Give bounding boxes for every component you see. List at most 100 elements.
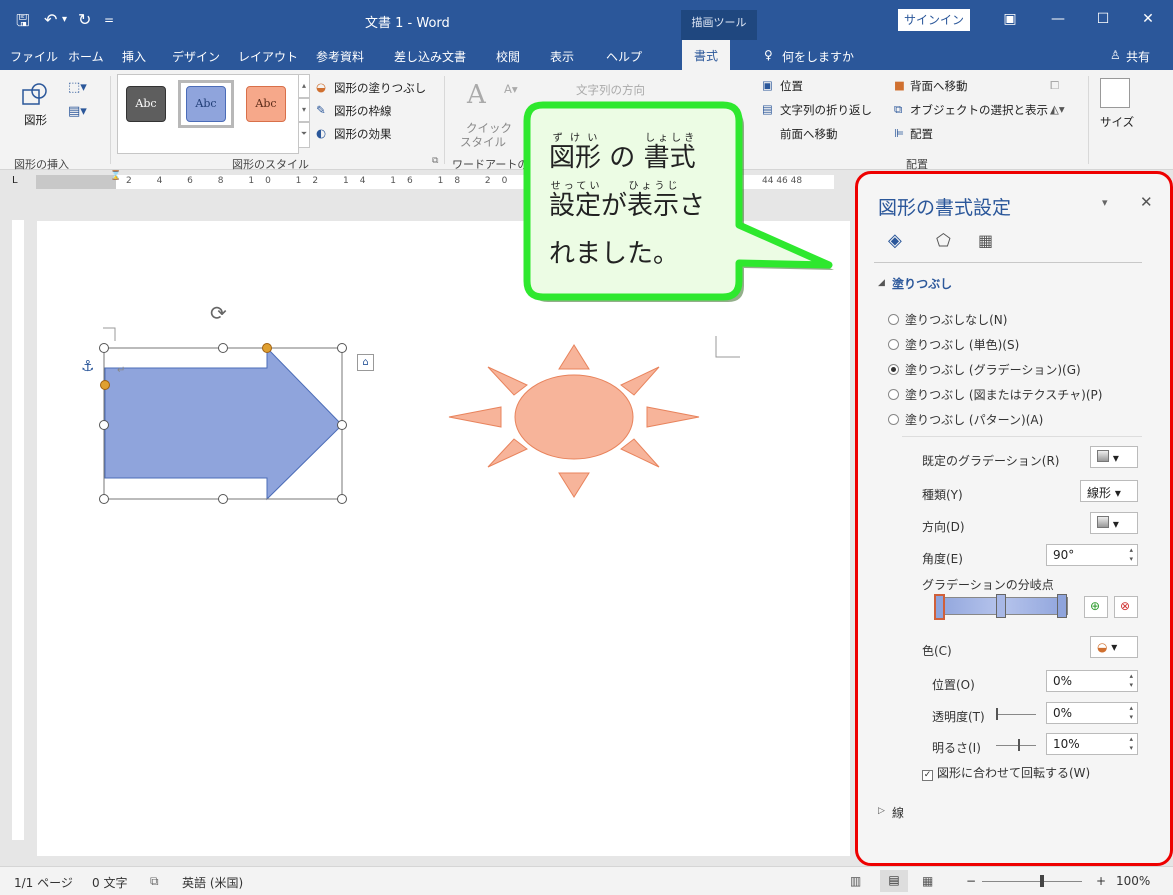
- print-layout-icon[interactable]: ▤: [880, 870, 908, 892]
- add-gradient-stop-icon[interactable]: ⊕: [1084, 596, 1108, 618]
- proofing-icon[interactable]: ⧉: [150, 874, 159, 889]
- brightness-slider[interactable]: [996, 745, 1036, 746]
- fill-section-header[interactable]: 塗りつぶし: [892, 275, 952, 292]
- style-swatch-dark[interactable]: Abc: [126, 86, 166, 122]
- edit-shape-icon[interactable]: ⬚▾: [68, 80, 87, 95]
- text-direction-button[interactable]: 文字列の方向: [576, 82, 645, 98]
- transparency-input[interactable]: 0% ▴ ▾: [1046, 702, 1138, 724]
- quick-style-label-2[interactable]: スタイル: [460, 134, 506, 150]
- tab-help[interactable]: ヘルプ: [606, 48, 642, 65]
- spinner-icon[interactable]: ▴ ▾: [1129, 672, 1133, 690]
- rotate-icon[interactable]: ◭▾: [1050, 102, 1065, 116]
- signin-button[interactable]: サインイン: [898, 9, 970, 31]
- gradient-stop-2[interactable]: [996, 594, 1006, 618]
- brightness-input[interactable]: 10% ▴ ▾: [1046, 733, 1138, 755]
- remove-gradient-stop-icon[interactable]: ⊗: [1114, 596, 1138, 618]
- fill-section-expand-icon[interactable]: ◢: [878, 278, 885, 288]
- zoom-out-button[interactable]: −: [966, 874, 976, 888]
- rotate-with-shape-checkbox[interactable]: ✓ 図形に合わせて回転する(W): [922, 764, 1090, 781]
- rotate-handle-icon[interactable]: ⟳: [210, 301, 227, 325]
- arrow-shape[interactable]: [104, 346, 343, 501]
- color-dropdown[interactable]: ◒ ▾: [1090, 636, 1138, 658]
- gallery-more-button[interactable]: ⏷: [298, 122, 310, 148]
- document-page[interactable]: ⟳ ⚓ ↵ ⌂: [37, 221, 850, 856]
- tab-format[interactable]: 書式: [682, 40, 731, 70]
- shape-fill-button[interactable]: 図形の塗りつぶし: [334, 80, 426, 96]
- effects-tab-icon[interactable]: ⬠: [936, 231, 951, 251]
- tab-review[interactable]: 校閲: [496, 48, 520, 65]
- align-button[interactable]: 配置: [910, 126, 933, 142]
- size-properties-tab-icon[interactable]: ▦: [978, 231, 993, 250]
- fill-option-picture[interactable]: 塗りつぶし (図またはテクスチャ)(P): [888, 386, 1102, 403]
- undo-dropdown-icon[interactable]: ▾: [62, 14, 67, 25]
- tab-home[interactable]: ホーム: [68, 48, 104, 65]
- selection-pane-button[interactable]: オブジェクトの選択と表示: [910, 102, 1048, 118]
- text-fill-icon[interactable]: A▾: [504, 82, 518, 96]
- line-section-expand-icon[interactable]: ▷: [878, 806, 885, 816]
- zoom-slider[interactable]: [982, 881, 1082, 882]
- gradient-stop-3[interactable]: [1057, 594, 1067, 618]
- angle-input[interactable]: 90° ▴ ▾: [1046, 544, 1138, 566]
- customize-qat-icon[interactable]: =: [104, 13, 114, 27]
- tell-me-input[interactable]: 何をしますか: [782, 48, 854, 65]
- zoom-in-button[interactable]: +: [1096, 874, 1106, 888]
- gallery-up-button[interactable]: ▴: [298, 74, 310, 98]
- tab-layout[interactable]: レイアウト: [238, 48, 298, 65]
- transparency-slider[interactable]: [996, 714, 1036, 715]
- dialog-launcher-icon[interactable]: ⧉: [432, 156, 438, 166]
- position-button[interactable]: 位置: [780, 78, 803, 94]
- style-swatch-orange[interactable]: Abc: [246, 86, 286, 122]
- brightness-slider-thumb[interactable]: [1018, 739, 1020, 751]
- size-icon[interactable]: [1100, 78, 1130, 108]
- tab-references[interactable]: 参考資料: [316, 48, 364, 65]
- quick-style-icon[interactable]: A: [467, 80, 486, 110]
- direction-dropdown[interactable]: ▾: [1090, 512, 1138, 534]
- undo-icon[interactable]: ↶: [44, 10, 57, 29]
- fill-option-gradient[interactable]: 塗りつぶし (グラデーション)(G): [888, 361, 1081, 378]
- tab-design[interactable]: デザイン: [172, 48, 220, 65]
- zoom-level[interactable]: 100%: [1116, 874, 1150, 888]
- insert-shape-label[interactable]: 図形: [24, 112, 47, 128]
- minimize-button[interactable]: —: [1038, 6, 1078, 32]
- layout-options-icon[interactable]: ⌂: [357, 354, 374, 371]
- fill-option-none[interactable]: 塗りつぶしなし(N): [888, 311, 1007, 328]
- shape-effects-button[interactable]: 図形の効果: [334, 126, 392, 142]
- style-swatch-blue[interactable]: Abc: [186, 86, 226, 122]
- type-dropdown[interactable]: 線形 ▾: [1080, 480, 1138, 502]
- line-section-header[interactable]: 線: [892, 804, 904, 821]
- gradient-stop-1[interactable]: [934, 594, 945, 620]
- word-count[interactable]: 0 文字: [92, 874, 127, 891]
- send-backward-button[interactable]: 背面へ移動: [910, 78, 968, 94]
- preset-gradient-dropdown[interactable]: ▾: [1090, 446, 1138, 468]
- shape-outline-button[interactable]: 図形の枠線: [334, 103, 392, 119]
- transparency-slider-thumb[interactable]: [996, 708, 998, 720]
- tab-file[interactable]: ファイル: [10, 48, 58, 65]
- maximize-button[interactable]: ☐: [1083, 6, 1123, 32]
- pane-options-icon[interactable]: ▾: [1102, 196, 1108, 209]
- close-button[interactable]: ✕: [1128, 6, 1168, 32]
- fill-line-tab-icon[interactable]: ◈: [888, 230, 902, 251]
- tab-selector-icon[interactable]: L: [12, 175, 18, 186]
- share-button[interactable]: 共有: [1126, 48, 1150, 65]
- spinner-icon[interactable]: ▴ ▾: [1129, 546, 1133, 564]
- gallery-down-button[interactable]: ▾: [298, 98, 310, 122]
- redo-icon[interactable]: ↻: [78, 10, 91, 29]
- tab-view[interactable]: 表示: [550, 48, 574, 65]
- zoom-slider-thumb[interactable]: [1040, 875, 1044, 887]
- indent-marker-icon[interactable]: ⌛: [110, 171, 121, 181]
- page-count[interactable]: 1/1 ページ: [14, 874, 73, 891]
- spinner-icon[interactable]: ▴ ▾: [1129, 704, 1133, 722]
- text-box-icon[interactable]: ▤▾: [68, 104, 87, 119]
- tab-insert[interactable]: 挿入: [122, 48, 146, 65]
- group-icon[interactable]: ⧠: [1050, 78, 1059, 93]
- save-icon[interactable]: 🖫: [16, 10, 30, 37]
- fill-option-solid[interactable]: 塗りつぶし (単色)(S): [888, 336, 1019, 353]
- position-input[interactable]: 0% ▴ ▾: [1046, 670, 1138, 692]
- fill-option-pattern[interactable]: 塗りつぶし (パターン)(A): [888, 411, 1043, 428]
- shapes-icon[interactable]: [20, 82, 50, 106]
- size-button[interactable]: サイズ: [1100, 114, 1134, 130]
- language-indicator[interactable]: 英語 (米国): [182, 874, 243, 891]
- tab-mailings[interactable]: 差し込み文書: [394, 48, 466, 65]
- ribbon-display-options-icon[interactable]: ▣: [990, 6, 1030, 32]
- spinner-icon[interactable]: ▴ ▾: [1129, 735, 1133, 753]
